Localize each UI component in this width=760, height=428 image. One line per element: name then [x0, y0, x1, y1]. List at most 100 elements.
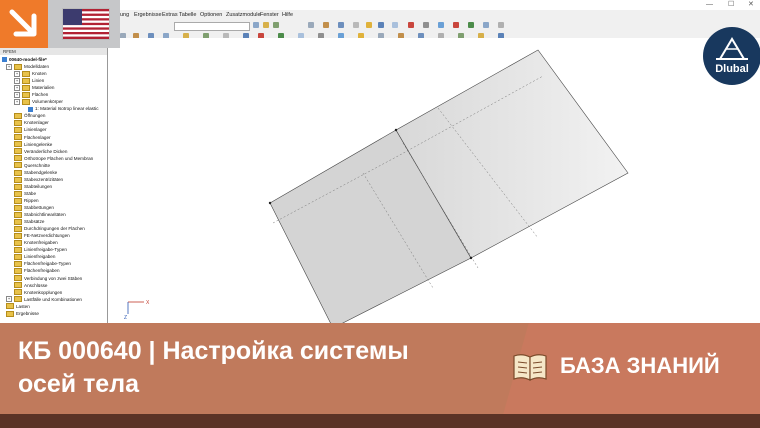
- expand-toggle-icon[interactable]: +: [6, 63, 12, 70]
- tree-item-label: Verbindung von zwei Stäben: [24, 275, 83, 281]
- toolbar-icon[interactable]: [438, 22, 444, 28]
- tree-item[interactable]: Orthotrope Flächen und Membran: [14, 155, 93, 162]
- tree-item[interactable]: Öffnungen: [14, 112, 45, 120]
- tree-item[interactable]: + Linien: [14, 77, 44, 84]
- tree-item[interactable]: Linienfreigaben: [14, 253, 55, 261]
- toolbar-icon[interactable]: [483, 22, 489, 28]
- toolbar-icon[interactable]: [308, 22, 314, 28]
- menu-item-zusatzmodule[interactable]: Zusatzmodule: [226, 12, 261, 18]
- toolbar-icon[interactable]: [338, 22, 344, 28]
- tree-item[interactable]: Verbindung von zwei Stäben: [14, 275, 82, 282]
- tree-item-label: Flächen: [32, 92, 49, 98]
- arrow-down-right-icon: [9, 9, 37, 37]
- tree-item[interactable]: Stabbettungen: [14, 204, 54, 211]
- tree-item[interactable]: + Volumenkörper: [14, 98, 63, 106]
- load-case-select[interactable]: [174, 22, 250, 31]
- tree-item[interactable]: + Materialien: [14, 84, 54, 91]
- tree-item[interactable]: Liniengelenke: [14, 141, 52, 148]
- menu-item-optionen[interactable]: Optionen: [200, 12, 222, 18]
- tree-item[interactable]: Lasten: [6, 303, 30, 310]
- minimize-button[interactable]: —: [706, 0, 713, 10]
- tree-item[interactable]: FE-Netzverdichtungen: [14, 232, 70, 239]
- toolbar-icon[interactable]: [408, 22, 414, 28]
- tree-item[interactable]: Stabendgelenke: [14, 169, 57, 176]
- expand-toggle-icon[interactable]: +: [6, 296, 12, 303]
- toolbar-icon[interactable]: [273, 22, 279, 28]
- toolbar-icon[interactable]: [253, 22, 259, 28]
- folder-icon: [14, 218, 22, 225]
- tree-item[interactable]: Stabteilungen: [14, 183, 52, 190]
- tree-item[interactable]: Knotenlager: [14, 119, 49, 127]
- menu-item-berechnung[interactable]: ung: [120, 12, 129, 18]
- tree-item[interactable]: Stabexzentrizitäten: [14, 176, 63, 183]
- expand-toggle-icon[interactable]: +: [14, 77, 20, 84]
- tree-item[interactable]: Durchdringungen der Flächen: [14, 225, 85, 232]
- folder-icon: [14, 247, 22, 254]
- tree-item-label: Veränderliche Dicken: [24, 148, 68, 154]
- toolbar-icon[interactable]: [323, 22, 329, 28]
- tree-item[interactable]: + Modelldaten: [6, 63, 49, 70]
- maximize-button[interactable]: ☐: [728, 0, 734, 10]
- tree-item-label: Stabsätze: [24, 219, 45, 225]
- toolbar-icon[interactable]: [392, 22, 398, 28]
- tree-item[interactable]: Flächenfreigabe-Typen: [14, 260, 71, 268]
- tree-item[interactable]: Querschnitte: [14, 162, 50, 169]
- expand-toggle-icon[interactable]: +: [14, 99, 20, 106]
- collapse-arrow-button[interactable]: [0, 0, 48, 48]
- tree-item[interactable]: + Lastfälle und Kombinationen: [6, 296, 82, 303]
- menu-item-tabelle[interactable]: Tabelle: [179, 12, 196, 18]
- dlubal-logo-icon: [716, 37, 748, 60]
- expand-toggle-icon[interactable]: +: [14, 91, 20, 98]
- menu-item-fenster[interactable]: Fenster: [260, 12, 279, 18]
- toolbar-icon[interactable]: [423, 22, 429, 28]
- folder-icon: [14, 254, 22, 261]
- expand-toggle-icon[interactable]: +: [14, 84, 20, 91]
- tree-item-label: Stabbettungen: [24, 205, 54, 210]
- toolbar-icon[interactable]: [263, 22, 269, 28]
- menu-item-ergebnisse[interactable]: Ergebnisse: [134, 12, 162, 18]
- node[interactable]: [268, 201, 272, 205]
- article-title-line-1: КБ 000640 | Настройка системы: [18, 337, 409, 365]
- folder-icon: [22, 99, 30, 106]
- toolbar-icon[interactable]: [453, 22, 459, 28]
- coordinate-axes: X Z: [124, 300, 150, 321]
- toolbar-icon[interactable]: [366, 22, 372, 28]
- tree-item[interactable]: Linienfreigabe-Typen: [14, 246, 67, 254]
- tree-item[interactable]: Anschlüsse: [14, 282, 48, 289]
- tree-item[interactable]: Flächenlager: [14, 134, 51, 141]
- folder-icon: [14, 261, 22, 268]
- model-viewport[interactable]: X Z: [108, 38, 760, 329]
- menu-item-hilfe[interactable]: Hilfe: [282, 12, 293, 18]
- toolbar-icon[interactable]: [498, 22, 504, 28]
- tree-item[interactable]: Stabnichtlinearitäten: [14, 211, 66, 218]
- expand-toggle-icon[interactable]: +: [14, 70, 20, 77]
- tree-item[interactable]: Flächenfreigaben: [14, 267, 60, 275]
- node[interactable]: [394, 128, 398, 132]
- folder-icon: [14, 148, 22, 155]
- tree-item[interactable]: Ergebnisse: [6, 310, 39, 317]
- toolbar-icon[interactable]: [353, 22, 359, 28]
- tree-item[interactable]: Veränderliche Dicken: [14, 148, 67, 155]
- folder-icon: [14, 134, 22, 141]
- tree-item[interactable]: Rippen: [14, 197, 39, 204]
- tree-item[interactable]: + Flächen: [14, 91, 48, 98]
- toolbar-icon[interactable]: [378, 22, 384, 28]
- us-flag-icon[interactable]: [62, 8, 110, 40]
- tree-item-label: Materialien: [32, 85, 55, 91]
- tree-item[interactable]: Stäbe: [14, 190, 36, 197]
- tree-item-label: Liniengelenke: [24, 141, 53, 147]
- navigator-header: RFEM: [0, 48, 107, 55]
- node[interactable]: [469, 256, 473, 260]
- tree-item[interactable]: Knotenkopplungen: [14, 289, 62, 296]
- folder-icon: [14, 289, 22, 296]
- tree-model-root[interactable]: 00640-model-file*: [2, 56, 47, 63]
- tree-item[interactable]: Knotenfreigaben: [14, 239, 58, 247]
- close-button[interactable]: ✕: [748, 0, 754, 10]
- tree-item[interactable]: 1: Material Isotrop linear elastic: [28, 105, 99, 112]
- toolbar-icon[interactable]: [468, 22, 474, 28]
- tree-item[interactable]: + Knoten: [14, 70, 47, 77]
- tree-item[interactable]: Linienlager: [14, 126, 46, 134]
- tree-item[interactable]: Stabsätze: [14, 218, 44, 225]
- menu-item-extras[interactable]: Extras: [162, 12, 178, 18]
- tree-item-label: Linien: [32, 78, 45, 84]
